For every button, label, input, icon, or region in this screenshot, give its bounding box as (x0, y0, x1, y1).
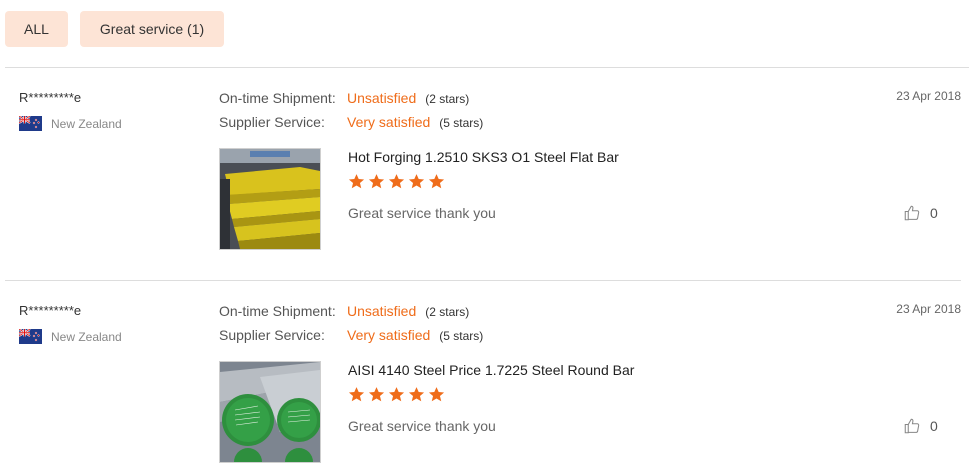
review-item: R*********e New Zealand On-time Shipment… (0, 281, 969, 471)
product-image[interactable] (219, 361, 321, 463)
country-name: New Zealand (51, 329, 122, 344)
product-image[interactable] (219, 148, 321, 250)
star-icon (368, 387, 385, 402)
service-stars: (5 stars) (439, 329, 484, 343)
reviewer-country: New Zealand (19, 329, 122, 344)
shipment-rating: On-time Shipment: Unsatisfied (2 stars) (219, 303, 469, 319)
like-count: 0 (930, 418, 938, 434)
star-icon (348, 387, 365, 402)
shipment-value: Unsatisfied (347, 90, 417, 106)
country-name: New Zealand (51, 116, 122, 131)
service-value: Very satisfied (347, 114, 431, 130)
like-button[interactable]: 0 (903, 204, 938, 222)
shipment-rating: On-time Shipment: Unsatisfied (2 stars) (219, 90, 469, 106)
service-rating: Supplier Service: Very satisfied (5 star… (219, 327, 483, 343)
star-icon (388, 174, 405, 189)
thumbs-up-icon (904, 205, 920, 221)
shipment-stars: (2 stars) (425, 92, 470, 106)
star-icon (388, 387, 405, 402)
review-filters: ALL Great service (1) (5, 11, 225, 47)
review-date: 23 Apr 2018 (896, 89, 961, 103)
review-date: 23 Apr 2018 (896, 302, 961, 316)
like-count: 0 (930, 205, 938, 221)
star-icon (368, 174, 385, 189)
filter-all-button[interactable]: ALL (5, 11, 68, 47)
service-label: Supplier Service: (219, 327, 325, 343)
filter-great-service-button[interactable]: Great service (1) (79, 11, 225, 47)
star-icon (408, 387, 425, 402)
review-item: R*********e New Zealand On-time Shipment… (0, 68, 969, 258)
reviewer-name: R*********e (19, 303, 82, 318)
star-icon (428, 174, 445, 189)
product-star-rating (348, 386, 445, 403)
shipment-value: Unsatisfied (347, 303, 417, 319)
thumbs-up-icon (904, 418, 920, 434)
review-comment: Great service thank you (348, 205, 496, 221)
reviewer-country: New Zealand (19, 116, 122, 131)
service-rating: Supplier Service: Very satisfied (5 star… (219, 114, 483, 130)
product-star-rating (348, 173, 445, 190)
product-title-link[interactable]: AISI 4140 Steel Price 1.7225 Steel Round… (348, 362, 634, 378)
shipment-label: On-time Shipment: (219, 303, 336, 319)
service-label: Supplier Service: (219, 114, 325, 130)
new-zealand-flag-icon (19, 329, 42, 344)
service-value: Very satisfied (347, 327, 431, 343)
star-icon (348, 174, 365, 189)
reviewer-name: R*********e (19, 90, 82, 105)
review-comment: Great service thank you (348, 418, 496, 434)
steel-flat-bar-image (220, 149, 320, 249)
new-zealand-flag-icon (19, 116, 42, 131)
star-icon (428, 387, 445, 402)
shipment-label: On-time Shipment: (219, 90, 336, 106)
shipment-stars: (2 stars) (425, 305, 470, 319)
star-icon (408, 174, 425, 189)
service-stars: (5 stars) (439, 116, 484, 130)
like-button[interactable]: 0 (903, 417, 938, 435)
steel-round-bar-image (220, 362, 320, 462)
product-title-link[interactable]: Hot Forging 1.2510 SKS3 O1 Steel Flat Ba… (348, 149, 619, 165)
